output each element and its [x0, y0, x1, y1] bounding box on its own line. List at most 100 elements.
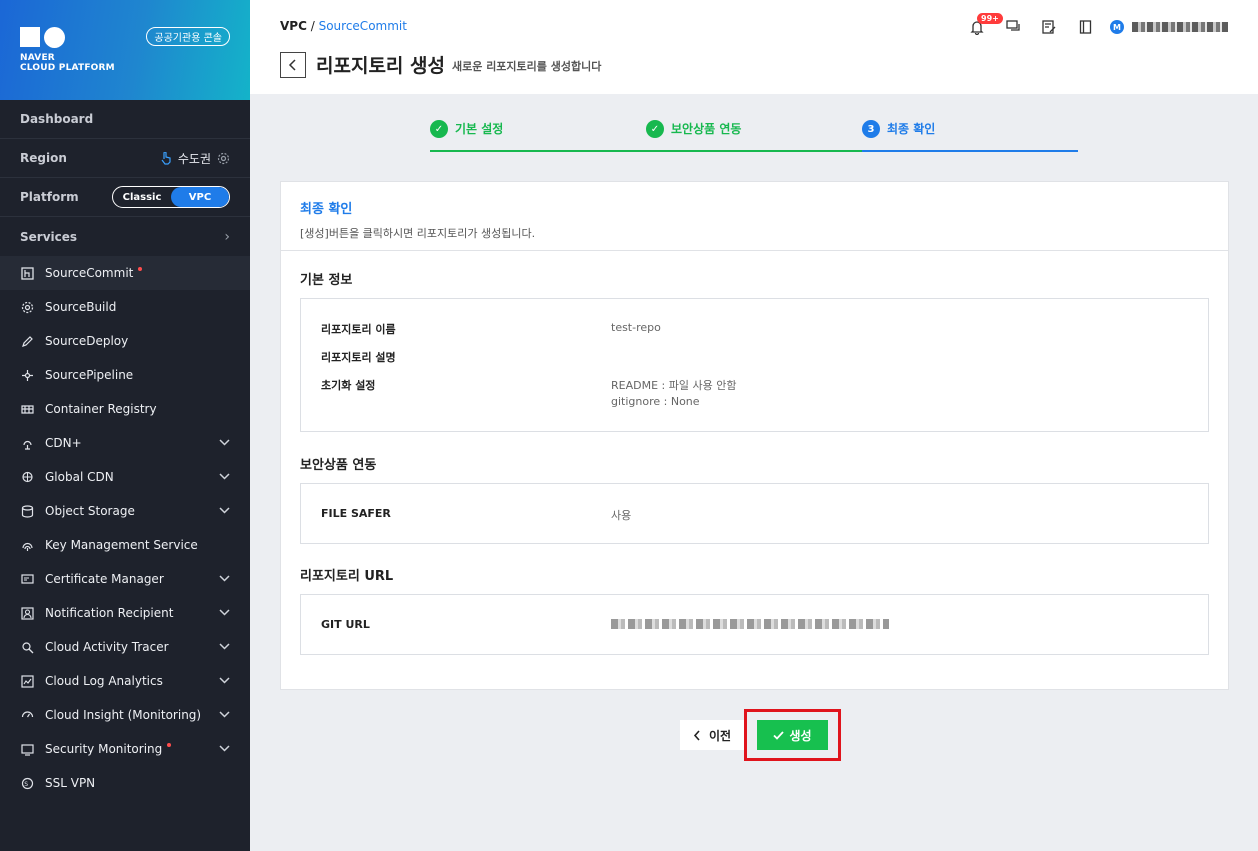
sidebar-item-object-storage[interactable]: Object Storage	[0, 494, 250, 528]
region-value[interactable]: 수도권	[178, 150, 211, 167]
chevron-down-icon[interactable]	[219, 574, 230, 585]
chevron-down-icon[interactable]	[219, 710, 230, 721]
chevron-down-icon[interactable]	[219, 472, 230, 483]
svg-text:S: S	[24, 781, 28, 788]
chat-button[interactable]	[1002, 16, 1024, 38]
pipeline-icon	[20, 368, 34, 382]
sidebar-item-label: Certificate Manager	[45, 572, 164, 586]
card-header: 최종 확인 [생성]버튼을 클릭하시면 리포지토리가 생성됩니다.	[281, 182, 1228, 251]
platform-option-vpc[interactable]: VPC	[171, 187, 229, 207]
sidebar-item-label: SourceCommit	[45, 266, 134, 280]
chevron-down-icon[interactable]	[219, 676, 230, 687]
card-description: [생성]버튼을 클릭하시면 리포지토리가 생성됩니다.	[300, 227, 536, 240]
sidebar-item-label: Object Storage	[45, 504, 135, 518]
storage-icon	[20, 504, 34, 518]
init-readme-value: README : 파일 사용 안함	[611, 379, 737, 392]
sidebar: NAVER CLOUD PLATFORM 공공기관용 콘솔 Dashboard …	[0, 0, 250, 851]
memo-button[interactable]	[1038, 16, 1060, 38]
new-indicator-dot	[138, 267, 143, 271]
services-label: Services	[20, 229, 78, 244]
hand-pointer-icon	[161, 151, 171, 165]
notification-badge: 99+	[977, 13, 1003, 24]
page-subtitle: 새로운 리포지토리를 생성합니다	[452, 60, 602, 73]
recipient-icon	[20, 606, 34, 620]
page-header: VPC / SourceCommit 리포지토리 생성 새로운 리포지토리를 생…	[250, 0, 1258, 94]
gear-icon	[20, 300, 34, 314]
cdn-icon	[20, 436, 34, 450]
step-label: 보안상품 연동	[671, 122, 742, 136]
prev-button[interactable]: 이전	[680, 720, 744, 750]
sidebar-item-sourcedeploy[interactable]: SourceDeploy	[0, 324, 250, 358]
chat-icon	[1005, 20, 1020, 31]
avatar: M	[1110, 20, 1124, 34]
sidebar-item-certificate-manager[interactable]: Certificate Manager	[0, 562, 250, 596]
sidebar-item-label: Cloud Insight (Monitoring)	[45, 708, 202, 722]
user-menu[interactable]: M	[1110, 16, 1228, 38]
security-box: FILE SAFER 사용	[300, 483, 1209, 544]
chevron-down-icon[interactable]	[219, 642, 230, 653]
chevron-down-icon[interactable]	[219, 744, 230, 755]
brand-logo-text: NAVER CLOUD PLATFORM	[20, 53, 115, 73]
new-indicator-dot	[167, 743, 172, 747]
sidebar-item-label: SourceBuild	[45, 300, 117, 314]
sidebar-item-label: SSL VPN	[45, 776, 96, 790]
sidebar-services[interactable]: Services ›	[0, 217, 250, 256]
platform-option-classic[interactable]: Classic	[113, 187, 171, 207]
sidebar-item-sourcecommit[interactable]: SourceCommit	[0, 256, 250, 290]
platform-toggle[interactable]: Classic VPC	[112, 186, 230, 208]
step-basic-settings: ✓ 기본 설정	[430, 120, 646, 152]
repo-url-box: GIT URL	[300, 594, 1209, 655]
security-icon	[20, 742, 34, 756]
top-toolbar: 99+ M	[966, 13, 1228, 38]
breadcrumb-current[interactable]: SourceCommit	[319, 19, 407, 33]
naver-cloud-logo-icon[interactable]	[20, 27, 66, 48]
container-icon	[20, 402, 34, 416]
create-button[interactable]: 생성	[757, 720, 828, 750]
sidebar-item-cloud-log-analytics[interactable]: Cloud Log Analytics	[0, 664, 250, 698]
tracer-icon	[20, 640, 34, 654]
gov-console-badge[interactable]: 공공기관용 콘솔	[146, 27, 230, 46]
step-final-confirm: 3 최종 확인	[862, 120, 1078, 152]
prev-button-label: 이전	[708, 728, 732, 743]
globe-icon	[20, 470, 34, 484]
step-label: 최종 확인	[887, 122, 936, 136]
sidebar-item-sourcebuild[interactable]: SourceBuild	[0, 290, 250, 324]
sidebar-item-security-monitoring[interactable]: Security Monitoring	[0, 732, 250, 766]
init-gitignore-value: gitignore : None	[611, 395, 700, 408]
guide-button[interactable]	[1074, 16, 1096, 38]
back-button[interactable]	[280, 52, 306, 78]
sidebar-item-ssl-vpn[interactable]: S SSL VPN	[0, 766, 250, 800]
chevron-left-icon	[288, 59, 296, 71]
sidebar-item-label: Key Management Service	[45, 538, 198, 552]
breadcrumb-separator: /	[310, 19, 315, 33]
sidebar-item-label: SourcePipeline	[45, 368, 134, 382]
book-icon	[1079, 20, 1091, 34]
notification-button[interactable]: 99+	[966, 13, 1003, 38]
breadcrumb-root[interactable]: VPC	[280, 19, 307, 33]
gear-icon[interactable]	[217, 152, 230, 165]
sidebar-item-notification-recipient[interactable]: Notification Recipient	[0, 596, 250, 630]
section-title-url: 리포지토리 URL	[300, 569, 394, 584]
sidebar-platform: Platform Classic VPC	[0, 178, 250, 217]
section-title-basic: 기본 정보	[300, 273, 353, 288]
repo-desc-label: 리포지토리 설명	[321, 351, 396, 364]
step-label: 기본 설정	[455, 122, 504, 136]
log-icon	[20, 674, 34, 688]
chevron-down-icon[interactable]	[219, 608, 230, 619]
init-settings-label: 초기화 설정	[321, 379, 376, 392]
sidebar-item-cloud-insight-monitoring[interactable]: Cloud Insight (Monitoring)	[0, 698, 250, 732]
sidebar-item-sourcepipeline[interactable]: SourcePipeline	[0, 358, 250, 392]
sidebar-item-container-registry[interactable]: Container Registry	[0, 392, 250, 426]
chevron-down-icon[interactable]	[219, 506, 230, 517]
sidebar-item-cdn[interactable]: CDN+	[0, 426, 250, 460]
sidebar-dashboard[interactable]: Dashboard	[0, 100, 250, 139]
sidebar-item-cloud-activity-tracer[interactable]: Cloud Activity Tracer	[0, 630, 250, 664]
sidebar-item-global-cdn[interactable]: Global CDN	[0, 460, 250, 494]
chevron-down-icon[interactable]	[219, 438, 230, 449]
fingerprint-icon	[20, 538, 34, 552]
sidebar-item-label: Cloud Activity Tracer	[45, 640, 169, 654]
section-title-security: 보안상품 연동	[300, 458, 377, 473]
file-safer-label: FILE SAFER	[321, 507, 391, 520]
sidebar-item-key-management-service[interactable]: Key Management Service	[0, 528, 250, 562]
git-url-label: GIT URL	[321, 618, 370, 631]
